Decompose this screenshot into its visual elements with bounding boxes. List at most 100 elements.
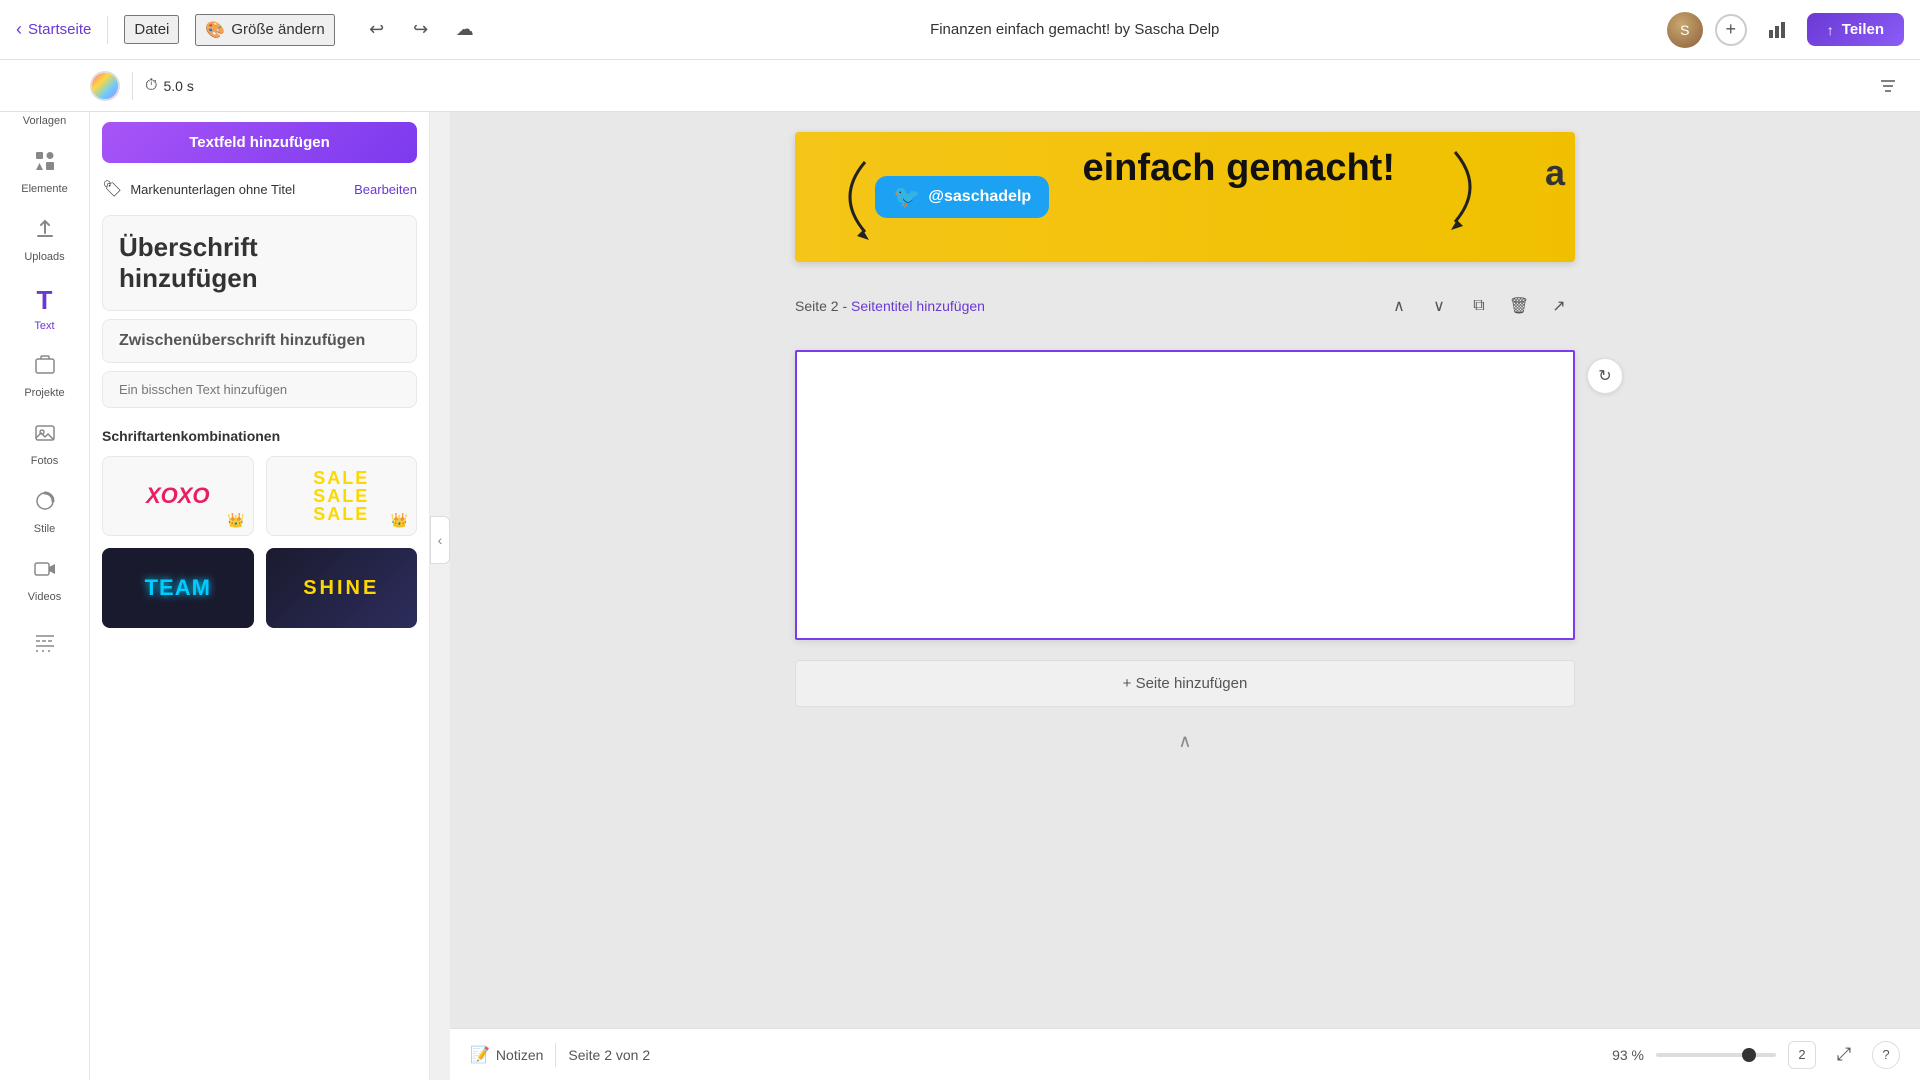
add-page-label: + Seite hinzufügen [1123, 675, 1248, 692]
add-subheadline-button[interactable]: Zwischenüberschrift hinzufügen [102, 319, 417, 363]
move-up-button[interactable]: ∧ [1383, 290, 1415, 322]
top-bar-left: ‹ Startseite Datei 🎨 Größe ändern ↩ ↪ ☁ [16, 12, 483, 48]
timer-display[interactable]: ⏱ 5.0 s [145, 77, 194, 95]
stile-label: Stile [34, 523, 55, 535]
size-button[interactable]: 🎨 Größe ändern [195, 14, 334, 46]
project-title: Finanzen einfach gemacht! by Sascha Delp [930, 21, 1219, 38]
fotos-icon [33, 421, 57, 451]
share-icon: ↑ [1827, 22, 1834, 38]
twitter-icon: 🐦 [893, 184, 920, 210]
sidebar-item-videos[interactable]: Videos [9, 548, 81, 612]
sale-text-2: SALE [313, 487, 369, 505]
canvas-container: 🐦 @saschadelp einfach gemacht! [450, 112, 1920, 1028]
text-panel: 🔍 Textfeld hinzufügen 🏷 Markenunterlagen… [90, 60, 430, 1080]
datei-button[interactable]: Datei [124, 15, 179, 44]
add-collaborator-button[interactable]: + [1715, 14, 1747, 46]
notes-button[interactable]: 📝 Notizen [470, 1045, 543, 1065]
toolbar: ⏱ 5.0 s [0, 60, 1920, 112]
crown-badge-2: 👑 [391, 512, 408, 529]
filter-button[interactable] [1872, 70, 1904, 102]
sidebar-item-stile[interactable]: Stile [9, 480, 81, 544]
text-label: Text [34, 320, 54, 332]
sidebar-item-pattern[interactable] [9, 616, 81, 680]
page-2-title: Seite 2 - Seitentitel hinzufügen [795, 298, 985, 314]
sidebar-item-fotos[interactable]: Fotos [9, 412, 81, 476]
share-button[interactable]: ↑ Teilen [1807, 13, 1904, 46]
xoxo-text: XOXO [146, 483, 210, 509]
collapse-panel-button[interactable]: ‹ [430, 516, 450, 564]
help-button[interactable]: ? [1872, 1041, 1900, 1069]
shine-text: SHINE [303, 577, 379, 600]
brand-edit-button[interactable]: Bearbeiten [354, 182, 417, 197]
sidebar-item-elemente[interactable]: Elemente [9, 140, 81, 204]
zoom-thumb[interactable] [1742, 1048, 1756, 1062]
duplicate-page-button[interactable]: ⧉ [1463, 290, 1495, 322]
undo-button[interactable]: ↩ [359, 12, 395, 48]
uploads-icon [33, 217, 57, 247]
sidebar-item-uploads[interactable]: Uploads [9, 208, 81, 272]
size-label: Größe ändern [231, 21, 324, 38]
page-2-header: Seite 2 - Seitentitel hinzufügen ∧ ∨ ⧉ 🗑… [795, 282, 1575, 330]
font-combo-shine[interactable]: SHINE [266, 548, 418, 628]
fullscreen-button[interactable]: ⤢ [1828, 1039, 1860, 1071]
sale-text-1: SALE [313, 469, 369, 487]
refresh-button[interactable]: ↻ [1587, 358, 1623, 394]
avatar[interactable]: S [1667, 12, 1703, 48]
color-swatch[interactable] [90, 71, 120, 101]
team-text: TEAM [145, 575, 211, 601]
headline-text: Überschrift hinzufügen [119, 232, 258, 293]
sidebar-item-text[interactable]: T Text [9, 276, 81, 340]
share-page-button[interactable]: ↗ [1543, 290, 1575, 322]
page1-big-text: einfach gemacht! [1082, 147, 1395, 189]
page-header-actions: ∧ ∨ ⧉ 🗑 ↗ [1383, 290, 1575, 322]
videos-label: Videos [28, 591, 61, 603]
back-arrow-icon: ‹ [16, 19, 22, 40]
font-combo-sale[interactable]: SALE SALE SALE 👑 [266, 456, 418, 536]
move-down-button[interactable]: ∨ [1423, 290, 1455, 322]
twitter-handle: @saschadelp [928, 188, 1031, 206]
amazon-logo: a [1545, 152, 1565, 193]
projekte-label: Projekte [24, 387, 64, 399]
brand-icon: 🏷 [102, 179, 122, 199]
sale-stack: SALE SALE SALE [313, 469, 369, 523]
divider-1 [107, 16, 108, 44]
fotos-label: Fotos [31, 455, 59, 467]
bottom-divider [555, 1043, 556, 1067]
projekte-icon [33, 353, 57, 383]
crown-badge-1: 👑 [227, 512, 244, 529]
zoom-slider[interactable] [1656, 1053, 1776, 1057]
analytics-button[interactable] [1759, 12, 1795, 48]
font-combo-xoxo[interactable]: XOXO 👑 [102, 456, 254, 536]
left-sidebar: Vorlagen Elemente Uploads T Text [0, 60, 90, 1080]
zoom-track[interactable] [1656, 1053, 1776, 1057]
add-headline-button[interactable]: Überschrift hinzufügen [102, 215, 417, 311]
font-combos-row2: TEAM SHINE [102, 548, 417, 628]
font-combo-team[interactable]: TEAM [102, 548, 254, 628]
timer-icon: ⏱ [145, 77, 157, 95]
sidebar-item-projekte[interactable]: Projekte [9, 344, 81, 408]
brand-section: 🏷 Markenunterlagen ohne Titel Bearbeiten [102, 179, 417, 199]
font-combos-title: Schriftartenkombinationen [102, 428, 417, 444]
scroll-up-chevron[interactable]: ∧ [1178, 731, 1191, 752]
arrow-left-svg [825, 152, 885, 242]
elemente-label: Elemente [21, 183, 67, 195]
add-body-button[interactable]: Ein bisschen Text hinzufügen [102, 371, 417, 408]
text-icon: T [37, 285, 53, 316]
add-page-button[interactable]: + Seite hinzufügen [795, 660, 1575, 707]
page-2-canvas[interactable] [795, 350, 1575, 640]
top-bar-center: Finanzen einfach gemacht! by Sascha Delp [499, 21, 1651, 38]
timer-value: 5.0 s [163, 78, 193, 94]
back-button[interactable]: ‹ Startseite [16, 19, 91, 40]
page-title-link[interactable]: Seitentitel hinzufügen [851, 298, 985, 314]
save-cloud-button[interactable]: ☁ [447, 12, 483, 48]
page-1-canvas: 🐦 @saschadelp einfach gemacht! [795, 132, 1575, 262]
redo-button[interactable]: ↪ [403, 12, 439, 48]
pattern-icon [33, 633, 57, 663]
size-icon: 🎨 [205, 20, 225, 40]
vorlagen-label: Vorlagen [23, 115, 66, 127]
top-bar-right: S + ↑ Teilen [1667, 12, 1904, 48]
delete-page-button[interactable]: 🗑 [1503, 290, 1535, 322]
back-label: Startseite [28, 21, 91, 38]
page-num-badge[interactable]: 2 [1788, 1041, 1816, 1069]
add-textfield-button[interactable]: Textfeld hinzufügen [102, 122, 417, 163]
